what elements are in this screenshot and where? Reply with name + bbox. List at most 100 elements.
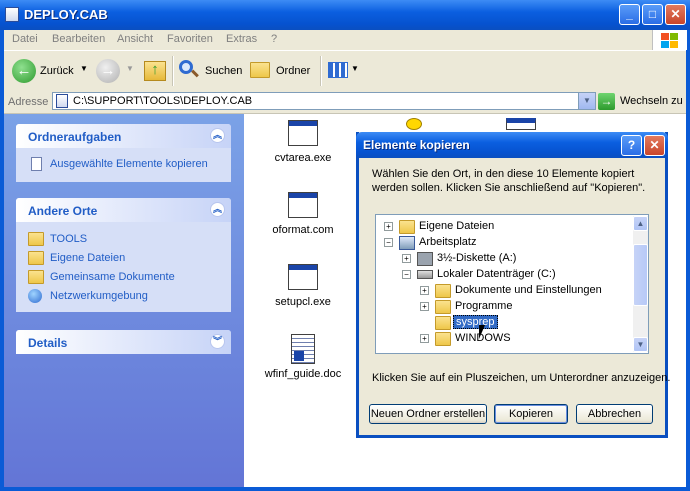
menu-help[interactable]: ? (271, 33, 277, 45)
address-input[interactable]: C:\SUPPORT\TOOLS\DEPLOY.CAB ▼ (52, 92, 596, 110)
expand-toggle[interactable]: + (420, 286, 429, 295)
place-network[interactable]: Netzwerkumgebung (50, 290, 148, 302)
expand-toggle[interactable]: + (420, 302, 429, 311)
collapse-toggle[interactable]: − (384, 238, 393, 247)
other-places-group: Andere Orte ︽ TOOLS Eigene Dateien Gemei… (16, 198, 231, 312)
tree-label: Dokumente und Einstellungen (455, 284, 602, 296)
help-button[interactable]: ? (621, 135, 642, 156)
exe-file-icon (288, 264, 318, 290)
go-button[interactable]: → Wechseln zu (598, 92, 684, 111)
dialog-title-bar[interactable]: Elemente kopieren ? ✕ (356, 132, 668, 158)
file-name: oformat.com (272, 224, 334, 236)
minimize-button[interactable]: _ (619, 4, 640, 25)
dialog-message: Wählen Sie den Ort, in den diese 10 Elem… (372, 168, 646, 194)
folder-tree[interactable]: + Eigene Dateien − Arbeitsplatz + 3½-Dis… (375, 214, 649, 354)
go-label: Wechseln zu (620, 95, 683, 107)
open-folder-icon (435, 316, 451, 330)
folder-tasks-header[interactable]: Ordneraufgaben ︽ (16, 124, 231, 148)
collapse-toggle[interactable]: − (402, 270, 411, 279)
file-item[interactable]: cvtarea.exe (263, 120, 343, 164)
expand-toggle[interactable]: + (384, 222, 393, 231)
address-label: Adresse (8, 96, 49, 108)
scroll-down-button[interactable]: ▼ (633, 337, 648, 352)
cancel-button[interactable]: Abbrechen (576, 404, 653, 424)
title-bar[interactable]: DEPLOY.CAB _ □ ✕ (0, 0, 690, 30)
windows-logo-icon (652, 30, 687, 50)
forward-dropdown-icon[interactable]: ▼ (126, 64, 134, 73)
file-name: setupcl.exe (275, 296, 331, 308)
up-folder-button[interactable]: ↑ (142, 57, 168, 85)
expand-toggle[interactable]: + (420, 334, 429, 343)
search-label: Suchen (205, 65, 243, 77)
file-item[interactable]: wfinf_guide.doc (263, 334, 343, 380)
window-title: DEPLOY.CAB (24, 7, 108, 22)
details-title: Details (28, 336, 68, 350)
folder-icon (435, 332, 451, 346)
file-item[interactable]: setupcl.exe (263, 264, 343, 308)
folder-icon (28, 270, 44, 284)
expand-icon[interactable]: ︾ (210, 334, 225, 349)
folder-icon (435, 300, 451, 314)
forward-button[interactable]: → ▼ (96, 55, 136, 87)
details-header[interactable]: Details ︾ (16, 330, 231, 354)
floppy-drive-icon (417, 252, 433, 266)
collapse-icon[interactable]: ︽ (210, 202, 225, 217)
file-name: wfinf_guide.doc (264, 368, 342, 380)
task-pane: Ordneraufgaben ︽ Ausgewählte Elemente ko… (4, 114, 244, 487)
views-dropdown-icon: ▼ (351, 64, 359, 73)
folders-label: Ordner (276, 65, 311, 77)
my-computer-icon (399, 236, 415, 250)
menu-datei[interactable]: Datei (12, 33, 38, 45)
menu-ansicht[interactable]: Ansicht (117, 33, 153, 45)
dialog-title: Elemente kopieren (363, 138, 470, 152)
back-dropdown-icon[interactable]: ▼ (80, 64, 88, 73)
folder-tasks-title: Ordneraufgaben (28, 130, 122, 144)
menu-bar: Datei Bearbeiten Ansicht Favoriten Extra… (4, 30, 686, 50)
place-my-documents[interactable]: Eigene Dateien (50, 252, 125, 264)
my-documents-icon (399, 220, 415, 234)
scroll-up-button[interactable]: ▲ (633, 216, 648, 231)
mouse-pointer-icon (479, 325, 485, 339)
views-button[interactable]: ▼ (326, 57, 360, 85)
other-places-title: Andere Orte (28, 204, 98, 218)
menu-extras[interactable]: Extras (226, 33, 257, 45)
scroll-thumb[interactable] (633, 244, 648, 306)
folder-icon (28, 251, 44, 265)
close-button[interactable]: ✕ (665, 4, 686, 25)
place-tools[interactable]: TOOLS (50, 233, 87, 245)
copy-button[interactable]: Kopieren (494, 404, 568, 424)
tree-label: sysprep (453, 315, 498, 329)
toolbar: ← Zurück ▼ → ▼ ↑ Suchen Ordner ▼ (4, 50, 686, 92)
go-arrow-icon: → (598, 93, 615, 110)
copy-items-link[interactable]: Ausgewählte Elemente kopieren (50, 158, 208, 170)
file-item[interactable]: oformat.com (263, 192, 343, 236)
folders-icon (250, 62, 270, 78)
other-places-header[interactable]: Andere Orte ︽ (16, 198, 231, 222)
back-button[interactable]: ← Zurück ▼ (8, 55, 88, 87)
search-button[interactable]: Suchen (177, 55, 243, 87)
hard-drive-icon (417, 270, 433, 279)
dialog-close-button[interactable]: ✕ (644, 135, 665, 156)
folders-button[interactable]: Ordner (248, 55, 314, 87)
folder-icon (435, 284, 451, 298)
toolbar-separator (172, 56, 174, 86)
cab-file-icon (56, 94, 68, 108)
new-folder-button[interactable]: Neuen Ordner erstellen (369, 404, 487, 424)
place-shared-documents[interactable]: Gemeinsame Dokumente (50, 271, 175, 283)
menu-bearbeiten[interactable]: Bearbeiten (52, 33, 105, 45)
exe-file-icon (288, 192, 318, 218)
toolbar-separator (320, 56, 322, 86)
network-icon (28, 289, 42, 303)
tree-label: Eigene Dateien (419, 220, 495, 232)
menu-favoriten[interactable]: Favoriten (167, 33, 213, 45)
partially-hidden-exe-icon (506, 118, 536, 130)
address-dropdown-button[interactable]: ▼ (578, 93, 595, 109)
back-arrow-icon: ← (12, 59, 36, 83)
tree-scrollbar[interactable]: ▲ ▼ (633, 216, 648, 352)
expand-toggle[interactable]: + (402, 254, 411, 263)
tree-label: Lokaler Datenträger (C:) (437, 268, 556, 280)
maximize-button[interactable]: □ (642, 4, 663, 25)
address-value: C:\SUPPORT\TOOLS\DEPLOY.CAB (73, 95, 253, 107)
collapse-icon[interactable]: ︽ (210, 128, 225, 143)
folder-icon (28, 232, 44, 246)
